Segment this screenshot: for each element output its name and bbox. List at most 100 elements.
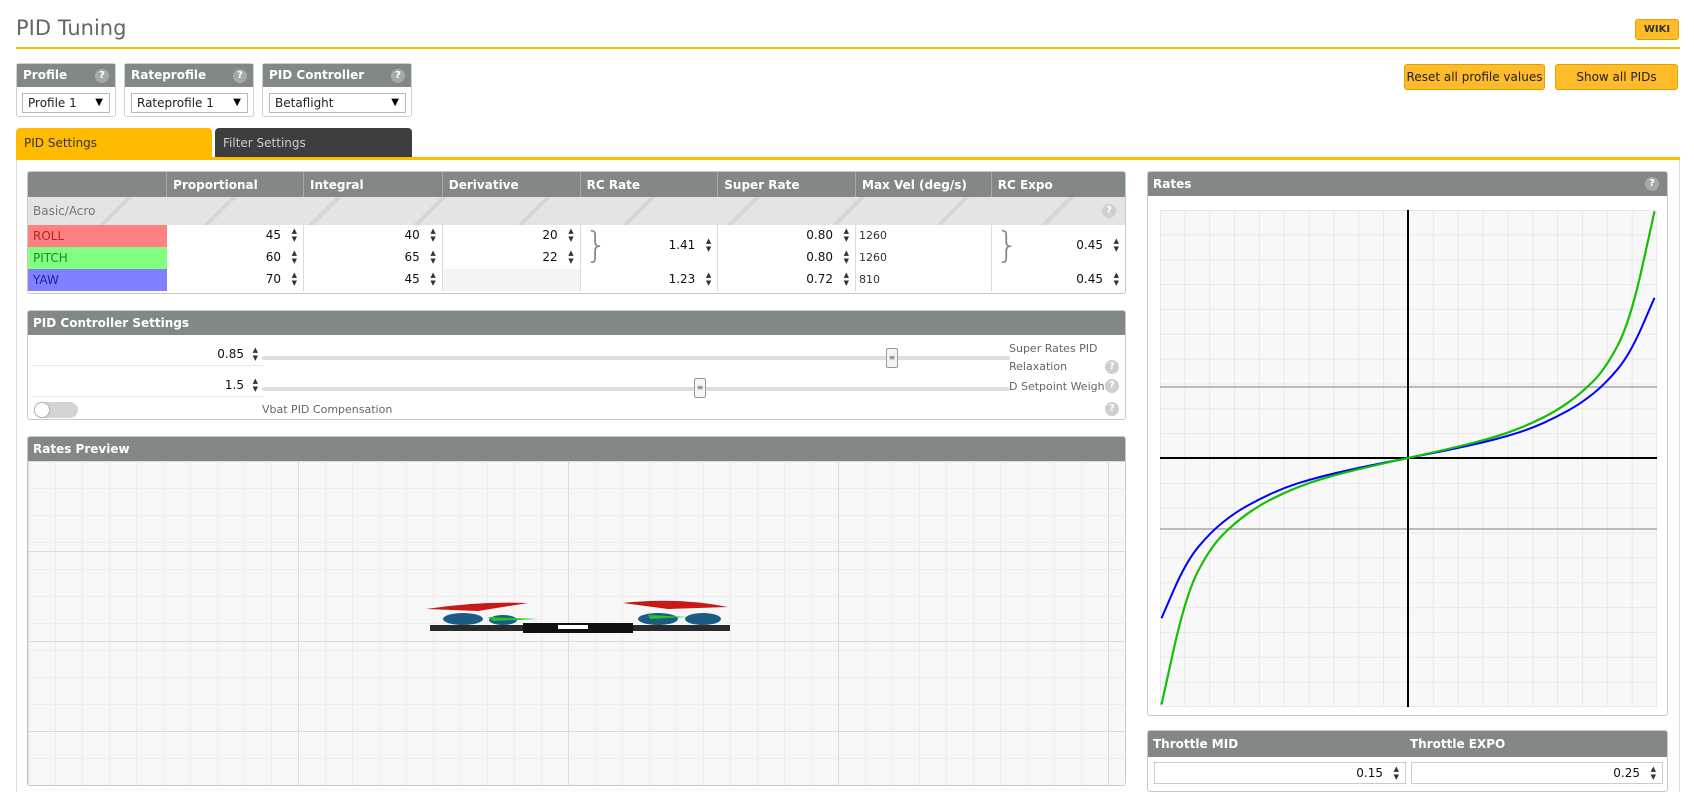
column-header: Derivative	[442, 172, 581, 197]
spinner-icon[interactable]: ▲ ▼	[568, 249, 573, 265]
rates-chart	[1160, 210, 1657, 707]
yaw-rc-rate-value: 1.23	[668, 272, 696, 286]
pitch-integral-input[interactable]: 65 ▲ ▼	[303, 247, 443, 269]
roll-pitch-rc-expo-input[interactable]: } 0.45 ▲ ▼	[991, 225, 1125, 269]
help-icon[interactable]: ?	[391, 69, 405, 83]
spinner-icon[interactable]: ▲ ▼	[1114, 237, 1119, 253]
yaw-derivative-cell	[442, 269, 581, 291]
quadcopter-model	[426, 600, 730, 633]
rateprofile-selector-header: Rateprofile ?	[125, 64, 253, 87]
rateprofile-label: Rateprofile	[131, 68, 207, 82]
tab-filter-settings[interactable]: Filter Settings	[215, 128, 412, 158]
rates-preview-panel: Rates Preview	[27, 436, 1126, 786]
help-icon[interactable]: ?	[95, 69, 109, 83]
spinner-icon[interactable]: ▲ ▼	[844, 271, 849, 287]
roll-derivative-input[interactable]: 20 ▲ ▼	[442, 225, 581, 247]
vbat-compensation-toggle[interactable]	[34, 402, 78, 418]
help-icon[interactable]: ?	[233, 69, 247, 83]
roll-proportional-input[interactable]: 45 ▲ ▼	[166, 225, 305, 247]
spinner-icon[interactable]: ▲ ▼	[253, 377, 258, 393]
column-header: Integral	[303, 172, 443, 197]
column-header	[28, 172, 168, 197]
column-header: Super Rate	[717, 172, 856, 197]
pid-controller-selector: PID Controller ? Betaflight ▼	[262, 63, 412, 117]
help-icon[interactable]: ?	[1105, 402, 1119, 416]
rates-chart-panel: Rates ?	[1147, 171, 1668, 716]
title-divider	[16, 47, 1680, 49]
profile-dropdown[interactable]: Profile 1 ▼	[22, 93, 110, 113]
spinner-icon[interactable]: ▲ ▼	[706, 271, 711, 287]
spinner-icon[interactable]: ▲ ▼	[292, 271, 297, 287]
spinner-icon[interactable]: ▲ ▼	[253, 346, 258, 362]
spinner-icon[interactable]: ▲ ▼	[568, 227, 573, 243]
spinner-icon[interactable]: ▲ ▼	[1394, 765, 1399, 781]
pitch-super-rate-input[interactable]: 0.80 ▲ ▼	[717, 247, 856, 269]
relaxation-slider-thumb[interactable]: ≡	[886, 348, 898, 368]
profile-selector-header: Profile ?	[17, 64, 115, 87]
rateprofile-dropdown-value: Rateprofile 1	[137, 96, 214, 110]
roll-max-vel-cell: 1260	[855, 225, 992, 247]
pid-controller-settings-panel: PID Controller Settings 0.85 ▲ ▼ ≡ Super …	[27, 310, 1126, 420]
spinner-icon[interactable]: ▲ ▼	[430, 227, 435, 243]
show-all-pids-button[interactable]: Show all PIDs	[1555, 64, 1678, 90]
setpoint-slider-thumb[interactable]: ≡	[694, 378, 706, 398]
help-icon[interactable]: ?	[1105, 379, 1119, 393]
roll-p-value: 45	[265, 228, 282, 242]
pitch-d-value: 22	[542, 250, 558, 264]
throttle-expo-label: Throttle EXPO	[1410, 737, 1506, 751]
relaxation-value: 0.85	[217, 347, 244, 361]
row-label-roll: ROLL	[28, 225, 167, 247]
tab-pid-settings[interactable]: PID Settings	[16, 128, 212, 158]
spinner-icon[interactable]: ▲ ▼	[292, 227, 297, 243]
wiki-button[interactable]: WIKI	[1635, 19, 1679, 40]
spinner-icon[interactable]: ▲ ▼	[706, 237, 711, 253]
spinner-icon[interactable]: ▲ ▼	[1651, 765, 1656, 781]
setpoint-weight-input[interactable]: 1.5 ▲ ▼	[32, 375, 264, 397]
spinner-icon[interactable]: ▲ ▼	[844, 249, 849, 265]
roll-super-rate-input[interactable]: 0.80 ▲ ▼	[717, 225, 856, 247]
yaw-rc-rate-input[interactable]: 1.23 ▲ ▼	[580, 269, 719, 291]
setpoint-slider-track[interactable]	[262, 387, 1010, 391]
yaw-integral-input[interactable]: 45 ▲ ▼	[303, 269, 443, 291]
roll-pitch-rc-rate-value: 1.41	[668, 238, 696, 252]
spinner-icon[interactable]: ▲ ▼	[292, 249, 297, 265]
spinner-icon[interactable]: ▲ ▼	[844, 227, 849, 243]
roll-pitch-rc-rate-input[interactable]: } 1.41 ▲ ▼	[580, 225, 719, 269]
setpoint-label: D Setpoint Weight	[1009, 380, 1109, 393]
roll-integral-input[interactable]: 40 ▲ ▼	[303, 225, 443, 247]
help-icon[interactable]: ?	[1102, 204, 1116, 218]
throttle-mid-input[interactable]: 0.15 ▲ ▼	[1154, 762, 1406, 784]
yaw-max-vel-value: 810	[859, 273, 880, 286]
throttle-header: Throttle MID Throttle EXPO	[1148, 731, 1667, 757]
help-icon[interactable]: ?	[1645, 177, 1659, 191]
pitch-proportional-input[interactable]: 60 ▲ ▼	[166, 247, 305, 269]
spinner-icon[interactable]: ▲ ▼	[430, 249, 435, 265]
spinner-icon[interactable]: ▲ ▼	[430, 271, 435, 287]
throttle-expo-input[interactable]: 0.25 ▲ ▼	[1411, 762, 1663, 784]
reset-profile-button[interactable]: Reset all profile values	[1404, 64, 1545, 90]
yaw-rc-expo-input[interactable]: 0.45 ▲ ▼	[991, 269, 1125, 291]
pid-controller-dropdown[interactable]: Betaflight ▼	[269, 93, 406, 113]
rates-chart-header: Rates ?	[1148, 172, 1667, 196]
spinner-icon[interactable]: ▲ ▼	[1114, 271, 1119, 287]
toggle-knob	[35, 403, 49, 417]
pitch-derivative-input[interactable]: 22 ▲ ▼	[442, 247, 581, 269]
group-label: Basic/Acro	[33, 204, 96, 218]
relaxation-input[interactable]: 0.85 ▲ ▼	[32, 344, 264, 366]
yaw-super-rate-input[interactable]: 0.72 ▲ ▼	[717, 269, 856, 291]
yaw-proportional-input[interactable]: 70 ▲ ▼	[166, 269, 305, 291]
rateprofile-dropdown[interactable]: Rateprofile 1 ▼	[131, 93, 248, 113]
column-header: RC Rate	[580, 172, 719, 197]
pitch-i-value: 65	[404, 250, 420, 264]
dropdown-arrow-icon: ▼	[233, 97, 241, 108]
help-icon[interactable]: ?	[1105, 360, 1119, 374]
page-title: PID Tuning	[16, 16, 127, 40]
column-header: RC Expo	[991, 172, 1125, 197]
roll-super-rate-value: 0.80	[806, 228, 833, 242]
group-band: Basic/Acro ?	[28, 197, 1125, 225]
roll-pitch-rc-expo-value: 0.45	[1076, 238, 1103, 252]
rates-chart-title: Rates	[1153, 177, 1192, 191]
column-header: Proportional	[166, 172, 305, 197]
throttle-expo-value: 0.25	[1613, 766, 1640, 780]
profile-label: Profile	[23, 68, 68, 82]
